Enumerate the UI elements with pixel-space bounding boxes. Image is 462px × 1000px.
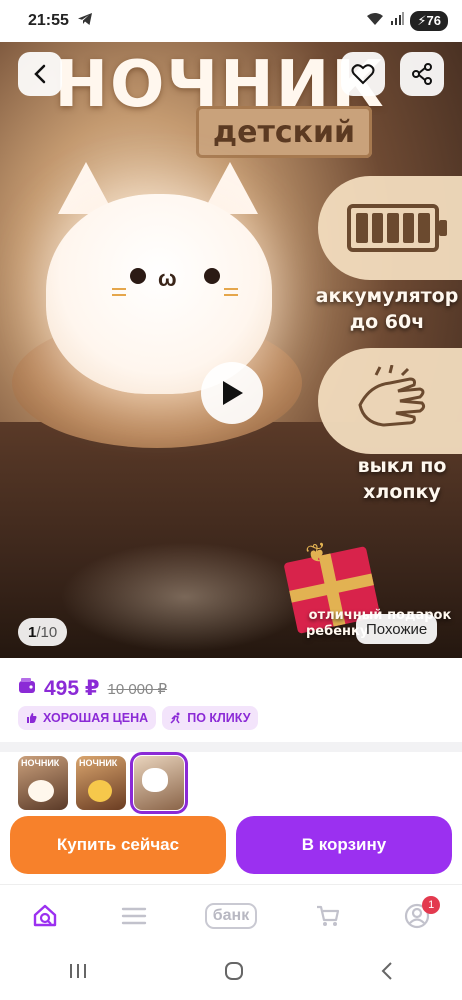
nav-catalog[interactable] (109, 896, 159, 936)
heart-icon (351, 64, 375, 85)
thumbnail-3-lamp (142, 768, 168, 792)
thumbs-up-icon (27, 713, 37, 723)
cat-eye-right (204, 268, 220, 284)
tag-good-price-label: ХОРОШАЯ ЦЕНА (43, 711, 149, 725)
cat-whisker (112, 288, 126, 290)
cat-whisker (224, 294, 238, 296)
system-nav-bar (0, 946, 462, 1000)
thumbnail-2-caption: НОЧНИК (79, 758, 118, 768)
cat-whisker (112, 294, 126, 296)
thumbnail-3[interactable] (130, 752, 188, 814)
back-arrow-icon (381, 961, 392, 980)
feature-battery-panel (318, 176, 462, 280)
hero-reflection (60, 542, 310, 652)
bottom-nav: банк 1 (0, 884, 462, 946)
nav-home[interactable] (20, 896, 70, 936)
back-button[interactable] (18, 52, 62, 96)
buy-now-button[interactable]: Купить сейчас (10, 816, 226, 874)
wallet-icon (18, 678, 36, 699)
price-old: 10 000 ₽ (107, 680, 168, 698)
nav-cart[interactable] (303, 896, 353, 936)
thumbnail-strip: НОЧНИК НОЧНИК (18, 752, 188, 814)
signal-icon (390, 11, 405, 31)
cat-mouth: ω (158, 266, 177, 291)
battery-indicator: ⚡76 (410, 11, 448, 31)
hero-subtitle: детский (212, 114, 356, 150)
battery-full-icon (347, 204, 447, 252)
profile-notification-badge: 1 (422, 895, 441, 914)
status-time: 21:55 (28, 12, 69, 29)
favorite-button[interactable] (341, 52, 385, 96)
tag-one-click[interactable]: ПО КЛИКУ (162, 706, 259, 730)
wifi-icon (366, 12, 384, 31)
section-divider (0, 742, 462, 752)
product-image-gallery[interactable]: НОЧНИК детский ω аккумулятор до 60ч выкл… (0, 42, 462, 658)
feature-battery-line-1: аккумулятор (315, 285, 459, 307)
nav-bank[interactable]: банк (199, 896, 263, 936)
home-circle-icon (225, 961, 243, 980)
cat-whisker (224, 288, 238, 290)
hero-subtitle-scroll: детский (196, 106, 372, 158)
image-counter-current: 1 (28, 623, 37, 641)
thumbnail-2[interactable]: НОЧНИК (76, 756, 126, 810)
image-counter: 1 /10 (18, 618, 68, 646)
feature-clap-line-1: выкл по (357, 455, 447, 477)
battery-level: 76 (426, 13, 441, 28)
tag-one-click-label: ПО КЛИКУ (187, 711, 251, 725)
play-video-button[interactable] (201, 362, 263, 424)
thumbnail-1-lamp (28, 780, 54, 802)
chevron-left-icon (34, 64, 46, 84)
thumbnail-2-lamp (88, 780, 112, 802)
feature-clap-text: выкл по хлопку (342, 454, 462, 505)
bank-label: банк (204, 902, 258, 929)
share-icon (412, 63, 432, 85)
feature-clap-panel (318, 348, 462, 454)
feature-battery-text: аккумулятор до 60ч (312, 284, 462, 335)
play-icon (223, 381, 243, 405)
menu-icon (122, 907, 147, 924)
telegram-icon (77, 11, 93, 32)
recent-apps-icon (70, 963, 86, 978)
similar-button[interactable]: Похожие (356, 614, 438, 644)
cat-eye-left (130, 268, 146, 284)
nav-profile[interactable]: 1 (392, 895, 442, 936)
running-icon (170, 712, 180, 724)
home-button[interactable] (224, 961, 244, 986)
status-bar: 21:55 ⚡76 (0, 0, 462, 42)
home-search-icon (33, 904, 56, 926)
share-button[interactable] (400, 52, 444, 96)
thumbnail-1-caption: НОЧНИК (21, 758, 60, 768)
thumbnail-1[interactable]: НОЧНИК (18, 756, 68, 810)
feature-clap-line-2: хлопку (363, 480, 441, 503)
system-back-button[interactable] (380, 961, 394, 986)
price-current: 495 ₽ (44, 677, 100, 700)
price-row: 495 ₽ 10 000 ₽ (18, 676, 167, 701)
feature-battery-line-2: до 60ч (349, 310, 425, 333)
image-counter-total: /10 (36, 623, 58, 641)
product-tags: ХОРОШАЯ ЦЕНА ПО КЛИКУ (18, 706, 259, 730)
recent-apps-button[interactable] (68, 962, 88, 985)
add-to-cart-button[interactable]: В корзину (236, 816, 452, 874)
clapping-hands-icon (358, 365, 426, 427)
tag-good-price[interactable]: ХОРОШАЯ ЦЕНА (18, 706, 157, 730)
cart-icon (316, 905, 339, 926)
